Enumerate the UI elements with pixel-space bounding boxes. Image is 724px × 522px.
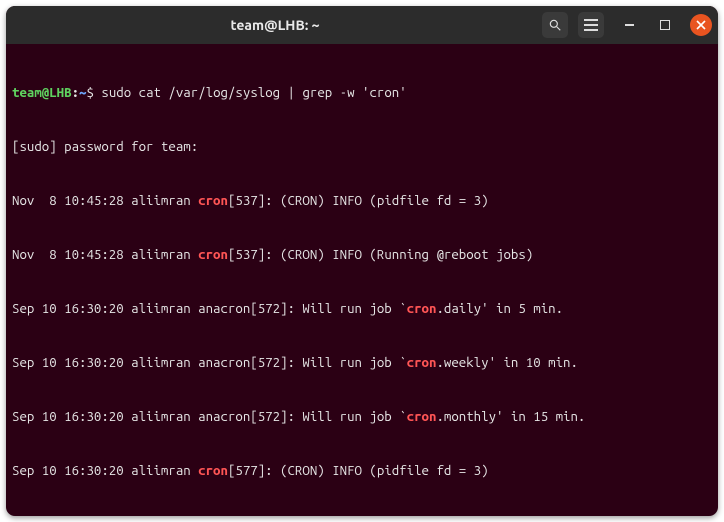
close-icon <box>696 20 706 30</box>
grep-match: cron <box>198 193 228 208</box>
titlebar: team@LHB: ~ <box>6 6 718 44</box>
command-text: sudo cat /var/log/syslog | grep -w 'cron… <box>101 85 406 100</box>
terminal-window: team@LHB: ~ team@LHB:~$ sudo ca <box>6 6 718 516</box>
grep-match: cron <box>407 355 437 370</box>
output-line: [sudo] password for team: <box>12 138 712 156</box>
output-line: Sep 10 16:30:20 aliimran cron[577]: (CRO… <box>12 462 712 480</box>
maximize-button[interactable] <box>654 14 676 36</box>
maximize-icon <box>660 20 670 30</box>
close-button[interactable] <box>690 14 712 36</box>
menu-button[interactable] <box>578 12 604 38</box>
output-line: Sep 10 16:30:20 aliimran anacron[572]: W… <box>12 300 712 318</box>
window-title: team@LHB: ~ <box>231 17 320 33</box>
output-line: Sep 10 16:30:20 aliimran anacron[572]: W… <box>12 408 712 426</box>
output-line: Sep 10 16:30:20 aliimran anacron[572]: W… <box>12 354 712 372</box>
prompt-user: team@LHB <box>12 85 72 100</box>
prompt-sigil: $ <box>86 85 93 100</box>
minimize-button[interactable] <box>618 14 640 36</box>
prompt-line: team@LHB:~$ sudo cat /var/log/syslog | g… <box>12 84 712 102</box>
grep-match: cron <box>407 301 437 316</box>
grep-match: cron <box>407 409 437 424</box>
grep-match: cron <box>198 463 228 478</box>
hamburger-icon <box>584 19 598 31</box>
minimize-icon <box>625 24 634 26</box>
search-icon <box>548 18 562 32</box>
prompt-sep: : <box>72 85 79 100</box>
search-button[interactable] <box>542 12 568 38</box>
grep-match: cron <box>198 247 228 262</box>
terminal-output[interactable]: team@LHB:~$ sudo cat /var/log/syslog | g… <box>6 44 718 516</box>
output-line: Nov 8 10:45:28 aliimran cron[537]: (CRON… <box>12 192 712 210</box>
output-line: Nov 8 10:45:28 aliimran cron[537]: (CRON… <box>12 246 712 264</box>
